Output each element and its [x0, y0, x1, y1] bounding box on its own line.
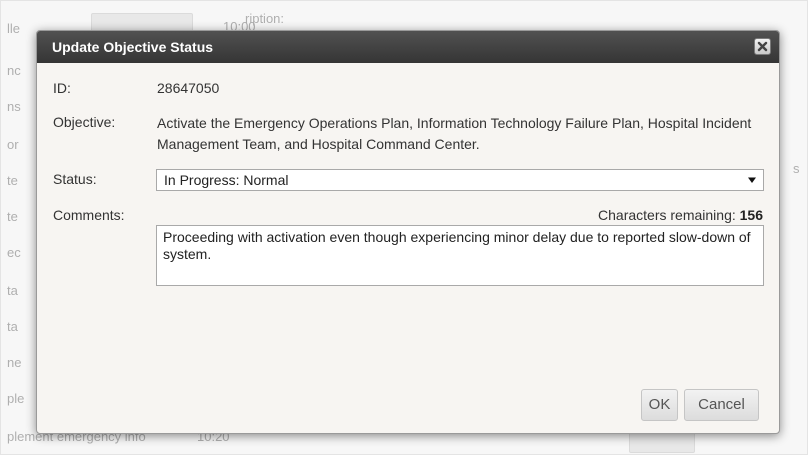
update-objective-status-dialog: Update Objective Status ID: 28647050 Obj…	[36, 30, 780, 434]
background-label: ta	[7, 283, 18, 298]
cancel-button[interactable]: Cancel	[684, 389, 759, 421]
dialog-titlebar[interactable]: Update Objective Status	[37, 31, 779, 63]
status-select[interactable]: In Progress: Normal	[156, 169, 764, 191]
objective-value: Activate the Emergency Operations Plan, …	[157, 115, 752, 152]
status-label: Status:	[53, 171, 97, 187]
background-label: ple	[7, 391, 25, 406]
background-label: ne	[7, 355, 22, 370]
background-label: nc	[7, 63, 21, 78]
dialog-title: Update Objective Status	[52, 39, 214, 55]
dropdown-arrow-icon	[748, 177, 756, 183]
id-value: 28647050	[157, 80, 220, 96]
comments-label: Comments:	[53, 207, 125, 223]
characters-remaining: Characters remaining: 156	[598, 207, 763, 223]
ok-button[interactable]: OK	[641, 389, 678, 421]
background-label: lle	[7, 21, 21, 36]
id-label: ID:	[53, 80, 71, 96]
objective-label: Objective:	[53, 114, 116, 130]
background-label: te	[7, 209, 18, 224]
characters-remaining-label: Characters remaining:	[598, 207, 736, 223]
background-label: ec	[7, 245, 21, 260]
close-icon	[757, 41, 768, 52]
screen: lle 10:00 ription: nc ns or te te ec ta …	[0, 0, 808, 455]
background-label: te	[7, 173, 18, 188]
status-selected-value: In Progress: Normal	[164, 172, 289, 188]
background-label: s	[793, 161, 800, 176]
comments-textarea[interactable]: Proceeding with activation even though e…	[156, 225, 764, 286]
background-label: or	[7, 137, 19, 152]
background-label: ta	[7, 319, 18, 334]
characters-remaining-count: 156	[739, 207, 763, 223]
background-header: ription:	[245, 11, 285, 26]
close-button[interactable]	[754, 38, 771, 55]
background-label: ns	[7, 99, 21, 114]
